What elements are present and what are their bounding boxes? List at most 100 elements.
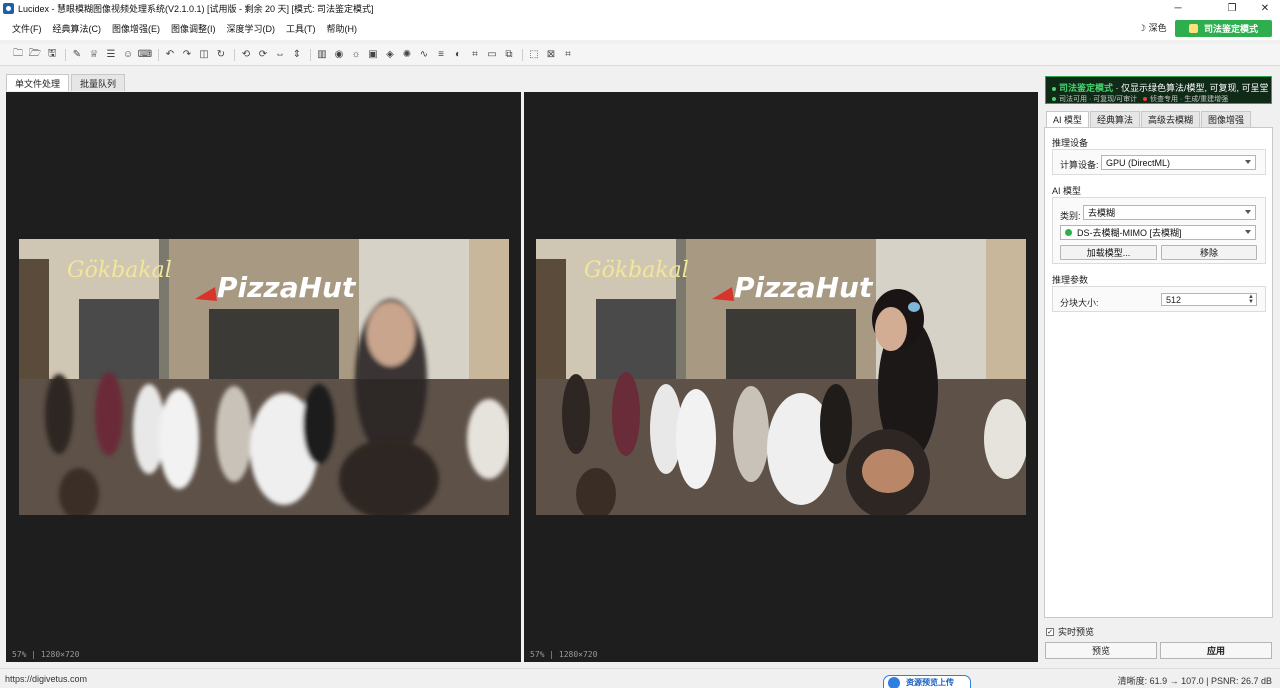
device-label: 计算设备: [1060,160,1099,170]
maximize-button[interactable]: ❐ [1217,0,1247,16]
tile-size-spinbox[interactable]: 512 ▲ ▼ [1161,293,1257,306]
rotate-left-icon[interactable]: ⟲ [240,49,252,61]
device-select[interactable]: GPU (DirectML) [1101,155,1256,170]
workspace-tabs: 单文件处理 批量队列 [6,74,127,91]
levels-icon[interactable]: ≡ [435,49,447,61]
green-dot-icon [1052,86,1056,91]
upload-widget[interactable]: 资源预览上传 [883,675,971,688]
tab-single-file[interactable]: 单文件处理 [6,74,70,91]
realtime-preview-toggle[interactable]: ✓ 实时预览 [1046,625,1094,638]
forensic-mode-label: 司法鉴定模式 [1203,24,1258,34]
app-logo-icon [3,2,14,14]
histogram-icon[interactable]: ▥ [316,49,328,61]
shapes-icon[interactable]: ◈ [384,49,396,61]
chevron-down-icon [1245,210,1251,214]
menu-adjust[interactable]: 图像调整(I) [171,22,216,35]
model-select[interactable]: DS-去模糊-MIMO [去模糊] [1060,225,1256,240]
tab-classic-algorithms[interactable]: 经典算法 [1090,111,1141,127]
realtime-preview-checkbox[interactable]: ✓ [1046,627,1054,636]
toolbar-separator [234,48,235,61]
stack-icon[interactable]: ☰ [105,49,117,61]
right-panel-tabs: AI 模型 经典算法 高级去模糊 图像增强 [1046,111,1252,127]
processed-viewer[interactable]: Gökbakal PizzaHut 57% | 1280×720 [524,92,1038,662]
toolbar-separator [522,48,523,61]
category-label: 类别: [1060,211,1081,221]
flip-v-icon[interactable]: ⇕ [291,49,303,61]
toolbar-separator [65,48,66,61]
mode-banner-legend: 司法可用 · 可复现/可审计 侦查专用 · 生成/重建增强 [1052,94,1228,104]
tab-advanced-deblur[interactable]: 高级去模糊 [1141,111,1201,127]
crop-icon[interactable]: ⌗ [469,49,481,61]
menu-classic[interactable]: 经典算法(C) [53,22,102,35]
scale-icon [1188,24,1198,33]
image-icon[interactable]: ▣ [367,49,379,61]
red-dot-icon [1143,97,1148,102]
curve-icon[interactable]: ∿ [418,49,430,61]
theme-label: 深色 [1148,23,1167,33]
title-bar: Lucidex - 慧眼模糊图像视频处理系统(V2.1.0.1) [试用版 - … [0,0,1280,16]
device-section-title: 推理设备 [1052,138,1089,148]
redo-icon[interactable]: ↷ [181,49,193,61]
status-dot-icon [1065,229,1072,236]
forensic-mode-button[interactable]: 司法鉴定模式 [1175,20,1272,37]
layers-icon[interactable]: ⧉ [503,49,515,61]
original-viewer[interactable]: Gökbakal PizzaHut 57% | 1280×720 [6,92,521,662]
apply-button[interactable]: 应用 [1160,642,1272,659]
keyboard-icon[interactable]: ⌨ [138,49,152,61]
trophy-icon[interactable]: ♕ [88,49,100,61]
close-button[interactable]: ✕ [1250,0,1280,16]
menu-tools[interactable]: 工具(T) [286,22,316,35]
remove-model-button[interactable]: 移除 [1161,245,1257,260]
menu-bar: 文件(F) 经典算法(C) 图像增强(E) 图像调整(I) 深度学习(D) 工具… [0,16,1280,40]
toolbar: 🗀 🗁 🖫 ✎ ♕ ☰ ☺ ⌨ ↶ ↷ ◫ ↻ ⟲ ⟳ ⇔ ⇕ ▥ ◉ ☼ ▣ ◈ ✺ ∿ ≡ ◐ ⌗ ▭ ⧉ ⬚ ⊠ ⌗ [0,44,1280,66]
spin-arrows-icon[interactable]: ▲ ▼ [1248,294,1254,305]
window-title: Lucidex - 慧眼模糊图像视频处理系统(V2.1.0.1) [试用版 - … [18,3,374,14]
minimize-button[interactable]: ─ [1163,0,1193,16]
website-link[interactable]: https://digivetus.com [5,674,87,684]
params-section-title: 推理参数 [1052,275,1089,285]
save-icon[interactable]: 🖫 [46,48,58,61]
load-model-button[interactable]: 加载模型... [1060,245,1157,260]
select-icon[interactable]: ⬚ [528,49,540,61]
undo-icon[interactable]: ↶ [164,49,176,61]
zoom-readout: 57% | 1280×720 [530,650,598,659]
upload-icon [888,676,900,688]
toolbar-separator [158,48,159,61]
crop-tool-icon[interactable]: ⌗ [562,49,574,61]
mode-banner: 司法鉴定模式 · 仅显示绿色算法/模型, 可复现, 可呈堂 司法可用 · 可复现… [1045,76,1272,104]
open-icon[interactable]: 🗀 [12,48,24,61]
moon-icon: ☽ [1138,23,1147,33]
clear-icon[interactable]: ⊠ [545,49,557,61]
contrast-icon[interactable]: ◐ [452,49,464,61]
toolbar-separator [310,48,311,61]
face-icon[interactable]: ☺ [122,49,134,61]
theme-toggle[interactable]: ☽ 深色 [1138,21,1167,34]
realtime-preview-label: 实时预览 [1058,627,1095,637]
rotate-right-icon[interactable]: ⟳ [257,49,269,61]
preview-button[interactable]: 预览 [1045,642,1157,659]
compare-icon[interactable]: ◫ [198,49,210,61]
menu-help[interactable]: 帮助(H) [327,22,358,35]
refresh-icon[interactable]: ↻ [215,49,227,61]
tab-ai-model[interactable]: AI 模型 [1046,111,1090,127]
brightness-icon[interactable]: ☼ [350,49,362,61]
svg-text:PizzaHut: PizzaHut [734,271,874,304]
category-select[interactable]: 去模糊 [1083,205,1256,220]
model-section-title: AI 模型 [1052,186,1082,196]
menu-deep-learning[interactable]: 深度学习(D) [227,22,276,35]
processed-image: Gökbakal PizzaHut [536,239,1026,515]
menu-enhance[interactable]: 图像增强(E) [112,22,160,35]
tab-batch-queue[interactable]: 批量队列 [71,74,126,91]
sun-icon[interactable]: ✺ [401,49,413,61]
upload-label: 资源预览上传 [906,678,954,687]
params-group: 分块大小: 512 ▲ ▼ [1052,286,1266,312]
green-dot-icon [1052,97,1056,102]
open-folder-icon[interactable]: 🗁 [29,48,41,61]
tab-image-enhance[interactable]: 图像增强 [1201,111,1252,127]
pin-icon[interactable]: ✎ [71,49,83,61]
color-icon[interactable]: ◉ [333,49,345,61]
flip-h-icon[interactable]: ⇔ [274,49,286,61]
frame-icon[interactable]: ▭ [486,49,498,61]
menu-file[interactable]: 文件(F) [12,22,42,35]
original-image: Gökbakal PizzaHut [19,239,509,515]
